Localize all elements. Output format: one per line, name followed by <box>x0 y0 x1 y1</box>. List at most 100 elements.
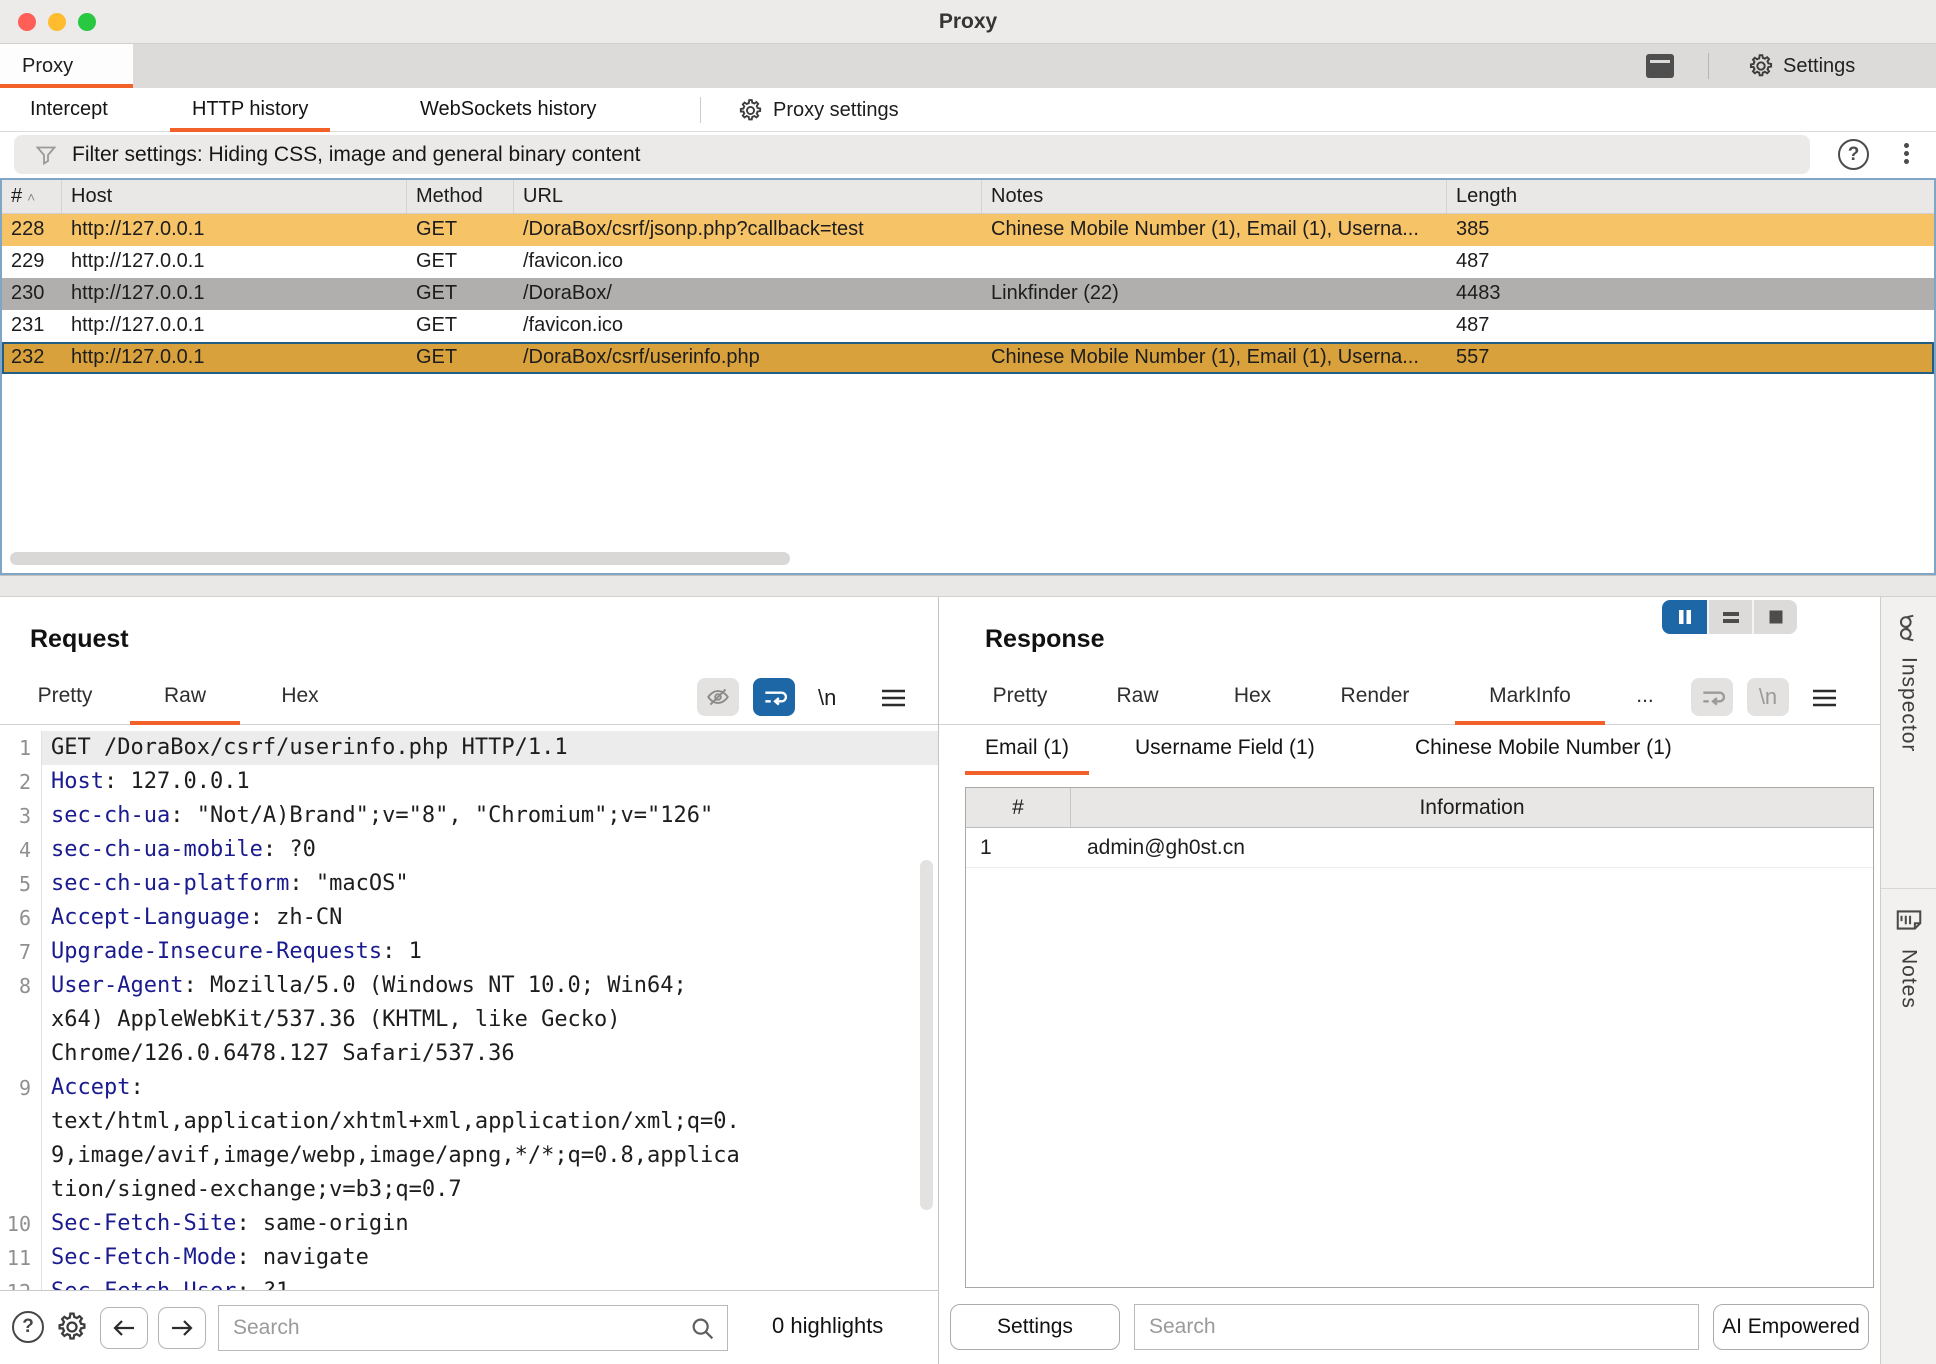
help-icon[interactable]: ? <box>12 1311 44 1343</box>
tab-intercept[interactable]: Intercept <box>8 88 130 132</box>
highlights-count: 0 highlights <box>772 1313 883 1339</box>
cell-host: http://127.0.0.1 <box>62 246 407 278</box>
response-search-input[interactable] <box>1135 1305 1698 1349</box>
response-tab-pretty[interactable]: Pretty <box>965 673 1075 725</box>
column-header-length[interactable]: Length <box>1447 180 1934 213</box>
request-line: 10Sec-Fetch-Site: same-origin <box>0 1207 938 1241</box>
column-header-information[interactable]: Information <box>1071 788 1873 827</box>
column-header-notes[interactable]: Notes <box>982 180 1447 213</box>
request-line: text/html,application/xhtml+xml,applicat… <box>0 1105 938 1139</box>
cell-id: 228 <box>2 214 62 246</box>
history-row-232[interactable]: 232http://127.0.0.1GET/DoraBox/csrf/user… <box>2 342 1934 374</box>
cell-id: 232 <box>2 342 62 374</box>
column-header-method[interactable]: Method <box>407 180 514 213</box>
column-header-index[interactable]: # <box>966 788 1071 827</box>
request-search-input[interactable] <box>219 1306 727 1350</box>
request-footer: ? <box>0 1290 938 1364</box>
horizontal-scrollbar-thumb[interactable] <box>10 552 790 565</box>
main-tab-bar: Proxy Settings <box>0 44 1936 88</box>
ai-empowered-button[interactable]: AI Empowered <box>1713 1304 1869 1350</box>
cell-length: 487 <box>1447 246 1934 278</box>
subtab-chinese-mobile-number[interactable]: Chinese Mobile Number (1) <box>1395 725 1692 775</box>
filter-settings-bar[interactable]: Filter settings: Hiding CSS, image and g… <box>14 135 1810 174</box>
request-tab-bar: Pretty Raw Hex <box>0 673 938 725</box>
column-header-host[interactable]: Host <box>62 180 407 213</box>
gear-icon <box>1748 53 1774 79</box>
markinfo-table-header: # Information <box>966 788 1873 828</box>
response-tab-raw[interactable]: Raw <box>1085 673 1190 725</box>
linebreak-toggle[interactable]: \n <box>1747 678 1789 716</box>
cell-url: /favicon.ico <box>514 310 982 342</box>
help-icon[interactable]: ? <box>1838 139 1869 170</box>
word-wrap-icon[interactable] <box>753 678 795 716</box>
cell-url: /DoraBox/csrf/userinfo.php <box>514 342 982 374</box>
request-line: tion/signed-exchange;v=b3;q=0.7 <box>0 1173 938 1207</box>
request-line: 11Sec-Fetch-Mode: navigate <box>0 1241 938 1275</box>
proxy-sub-tab-bar: Intercept HTTP history WebSockets histor… <box>0 88 1936 132</box>
request-search-box <box>218 1305 728 1351</box>
request-tab-pretty[interactable]: Pretty <box>10 673 120 725</box>
forward-arrow-button[interactable] <box>158 1307 206 1349</box>
sort-ascending-icon: ˄ <box>27 189 35 205</box>
split-view-icon[interactable] <box>1707 600 1752 634</box>
hamburger-menu-icon[interactable] <box>880 686 907 710</box>
search-icon <box>689 1315 717 1343</box>
history-row-230[interactable]: 230http://127.0.0.1GET/DoraBox/Linkfinde… <box>2 278 1934 310</box>
response-tab-overflow[interactable]: ... <box>1625 673 1665 725</box>
settings-button[interactable]: Settings <box>1748 44 1855 88</box>
tab-proxy-settings[interactable]: Proxy settings <box>738 88 899 132</box>
cell-notes <box>982 310 1447 342</box>
cell-method: GET <box>407 342 514 374</box>
cell-host: http://127.0.0.1 <box>62 342 407 374</box>
tab-http-history-label: HTTP history <box>192 98 308 120</box>
message-editor-section: Request Pretty Raw Hex <box>0 597 1936 1364</box>
cell-method: GET <box>407 214 514 246</box>
column-header-number[interactable]: #˄ <box>2 180 62 213</box>
tab-websockets-history[interactable]: WebSockets history <box>398 88 618 132</box>
horizontal-splitter[interactable] <box>0 575 1936 597</box>
column-header-url[interactable]: URL <box>514 180 982 213</box>
request-vertical-scrollbar-thumb[interactable] <box>920 860 933 1210</box>
linebreak-toggle[interactable]: \n <box>818 685 836 711</box>
subtab-email[interactable]: Email (1) <box>965 725 1089 775</box>
request-tab-raw[interactable]: Raw <box>130 673 240 725</box>
request-line: 4sec-ch-ua-mobile: ?0 <box>0 833 938 867</box>
markinfo-row[interactable]: 1 admin@gh0st.cn <box>966 828 1873 868</box>
response-panel: Response Pretty Raw Hex Render MarkInfo … <box>939 597 1880 1364</box>
response-tab-hex[interactable]: Hex <box>1200 673 1305 725</box>
request-panel: Request Pretty Raw Hex <box>0 597 938 1364</box>
eye-off-icon[interactable] <box>697 678 739 716</box>
response-tab-markinfo[interactable]: MarkInfo <box>1455 673 1605 725</box>
history-table-header: #˄ Host Method URL Notes Length <box>2 180 1934 214</box>
request-editor[interactable]: 1GET /DoraBox/csrf/userinfo.php HTTP/1.1… <box>0 725 938 1290</box>
request-line: 7Upgrade-Insecure-Requests: 1 <box>0 935 938 969</box>
request-tab-hex[interactable]: Hex <box>250 673 350 725</box>
word-wrap-icon[interactable] <box>1691 678 1733 716</box>
cell-url: /DoraBox/ <box>514 278 982 310</box>
cell-url: /DoraBox/csrf/jsonp.php?callback=test <box>514 214 982 246</box>
history-row-231[interactable]: 231http://127.0.0.1GET/favicon.ico487 <box>2 310 1934 342</box>
tab-proxy-settings-label: Proxy settings <box>773 99 899 122</box>
gear-icon[interactable] <box>56 1311 88 1343</box>
sidebar-tab-inspector[interactable]: Inspector <box>1881 613 1936 752</box>
hamburger-menu-icon[interactable] <box>1811 686 1838 710</box>
markinfo-settings-button[interactable]: Settings <box>950 1304 1120 1350</box>
window-layout-icon[interactable] <box>1646 54 1674 78</box>
tab-proxy[interactable]: Proxy <box>0 44 133 88</box>
sidebar-tab-notes[interactable]: Notes <box>1881 905 1936 1009</box>
cell-notes <box>982 246 1447 278</box>
titlebar: Proxy <box>0 0 1936 44</box>
subtab-username-field[interactable]: Username Field (1) <box>1115 725 1335 775</box>
kebab-menu-icon[interactable] <box>1902 140 1910 170</box>
request-line: 9Accept: <box>0 1071 938 1105</box>
back-arrow-button[interactable] <box>100 1307 148 1349</box>
cell-id: 230 <box>2 278 62 310</box>
history-row-228[interactable]: 228http://127.0.0.1GET/DoraBox/csrf/json… <box>2 214 1934 246</box>
cell-method: GET <box>407 278 514 310</box>
response-footer: Settings AI Empowered <box>939 1290 1880 1364</box>
history-row-229[interactable]: 229http://127.0.0.1GET/favicon.ico487 <box>2 246 1934 278</box>
response-tab-render[interactable]: Render <box>1315 673 1435 725</box>
pause-icon[interactable] <box>1662 600 1707 634</box>
tab-http-history[interactable]: HTTP history <box>170 88 330 132</box>
stop-icon[interactable] <box>1752 600 1797 634</box>
